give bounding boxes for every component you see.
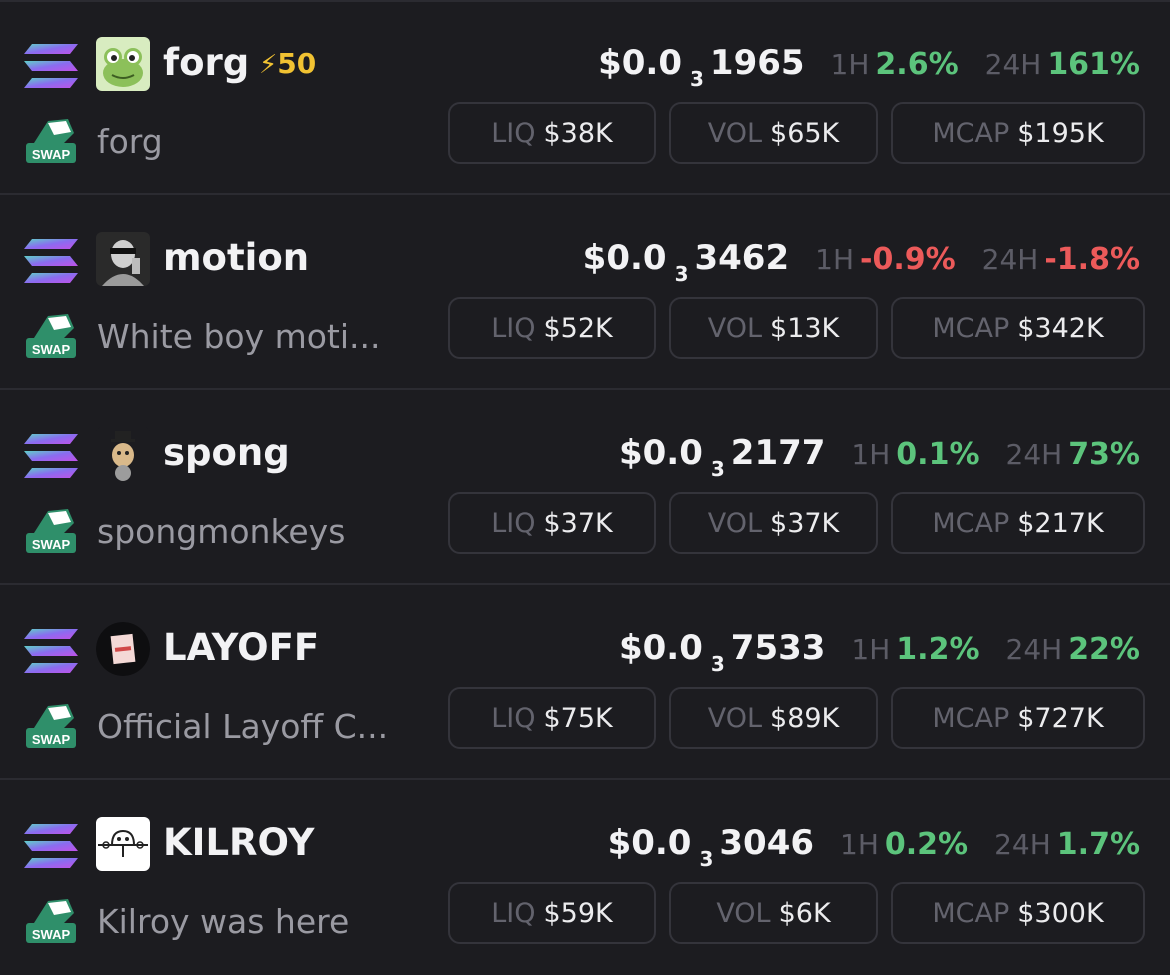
token-row[interactable]: motion $0.0 3 3462 1H -0.9% 24H -1.8% SWAP… [0, 195, 1170, 390]
svg-text:SWAP: SWAP [32, 537, 71, 552]
price-stats: $0.0 3 3462 1H -0.9% 24H -1.8% [583, 233, 1140, 287]
price-stats: $0.0 3 7533 1H 1.2% 24H 22% [619, 623, 1140, 677]
volume-pill: VOL $89K [669, 687, 878, 749]
price-stats: $0.0 3 1965 1H 2.6% 24H 161% [598, 38, 1140, 92]
token-ticker: KILROY [163, 821, 315, 864]
token-ticker: LAYOFF [163, 626, 320, 669]
token-price: $0.0 3 3462 [582, 238, 790, 286]
market-cap-pill: MCAP $727K [891, 687, 1145, 749]
volume-pill: VOL $37K [669, 492, 878, 554]
swap-icon[interactable]: SWAP [24, 700, 78, 750]
solana-icon [24, 239, 78, 283]
change-1h-label: 1H [851, 438, 891, 471]
token-row[interactable]: KILROY $0.0 3 3046 1H 0.2% 24H 1.7% SWAP K… [0, 780, 1170, 975]
change-24h-label: 24H [994, 828, 1051, 861]
token-price: $0.0 3 1965 [598, 43, 805, 91]
change-1h-value: 1.2% [896, 632, 980, 667]
solana-icon [24, 824, 78, 868]
swap-icon[interactable]: SWAP [24, 895, 78, 945]
token-name: forg [97, 122, 163, 161]
change-1h-label: 1H [851, 633, 891, 666]
solana-icon [24, 629, 78, 673]
token-name: White boy moti... [97, 317, 381, 356]
token-name: Official Layoff C... [97, 707, 389, 746]
token-price: $0.0 3 3046 [607, 823, 815, 871]
change-24h-value: 73% [1068, 437, 1140, 472]
change-24h-value: 22% [1068, 632, 1140, 667]
token-row[interactable]: spong $0.0 3 2177 1H 0.1% 24H 73% SWAP spo… [0, 390, 1170, 585]
change-24h-value: 1.7% [1056, 827, 1140, 862]
svg-text:SWAP: SWAP [32, 342, 71, 357]
liquidity-pill: LIQ $38K [448, 102, 656, 164]
swap-icon[interactable]: SWAP [24, 505, 78, 555]
token-row[interactable]: forg ⚡50 $0.0 3 1965 1H 2.6% 24H 161% SWAP… [0, 0, 1170, 195]
token-name: Kilroy was here [97, 902, 350, 941]
market-cap-pill: MCAP $195K [891, 102, 1145, 164]
change-24h-label: 24H [1005, 438, 1063, 471]
token-name: spongmonkeys [97, 512, 346, 551]
svg-text:SWAP: SWAP [32, 732, 71, 747]
liquidity-pill: LIQ $75K [448, 687, 656, 749]
token-row[interactable]: LAYOFF $0.0 3 7533 1H 1.2% 24H 22% SWAP Of… [0, 585, 1170, 780]
token-price: $0.0 3 2177 [618, 433, 826, 481]
solana-icon [24, 434, 78, 478]
price-stats: $0.0 3 2177 1H 0.1% 24H 73% [619, 428, 1140, 482]
market-cap-pill: MCAP $300K [891, 882, 1145, 944]
svg-text:SWAP: SWAP [32, 927, 71, 942]
change-24h-label: 24H [984, 48, 1042, 81]
liquidity-pill: LIQ $59K [448, 882, 656, 944]
svg-text:SWAP: SWAP [32, 147, 71, 162]
token-list: forg ⚡50 $0.0 3 1965 1H 2.6% 24H 161% SWAP… [0, 0, 1170, 967]
volume-pill: VOL $6K [669, 882, 878, 944]
change-1h-value: 0.1% [896, 437, 980, 472]
token-ticker: spong [163, 431, 290, 474]
change-1h-value: 0.2% [884, 827, 969, 862]
token-price: $0.0 3 7533 [618, 628, 826, 676]
market-cap-pill: MCAP $217K [891, 492, 1145, 554]
solana-icon [24, 44, 78, 88]
change-1h-label: 1H [840, 828, 879, 861]
kilroy-avatar-icon [96, 817, 150, 871]
change-24h-label: 24H [1005, 633, 1063, 666]
liquidity-pill: LIQ $37K [448, 492, 656, 554]
change-1h-label: 1H [815, 243, 854, 276]
volume-pill: VOL $65K [669, 102, 878, 164]
swap-icon[interactable]: SWAP [24, 310, 78, 360]
frog-avatar-icon [96, 37, 150, 91]
market-cap-pill: MCAP $342K [891, 297, 1145, 359]
swap-icon[interactable]: SWAP [24, 115, 78, 165]
volume-pill: VOL $13K [669, 297, 878, 359]
liquidity-pill: LIQ $52K [448, 297, 656, 359]
change-1h-label: 1H [830, 48, 870, 81]
change-24h-label: 24H [981, 243, 1039, 276]
change-24h-value: 161% [1047, 47, 1140, 82]
lightning-icon: ⚡ [259, 50, 278, 80]
token-ticker: motion [163, 236, 310, 279]
paper-avatar-icon [96, 622, 150, 676]
boost-badge: ⚡50 [259, 47, 317, 80]
person-avatar-icon [96, 232, 150, 286]
monkey-avatar-icon [96, 427, 150, 481]
change-24h-value: -1.8% [1044, 242, 1140, 277]
change-1h-value: -0.9% [860, 242, 956, 277]
token-ticker: forg [163, 41, 250, 84]
price-stats: $0.0 3 3046 1H 0.2% 24H 1.7% [608, 818, 1140, 872]
change-1h-value: 2.6% [875, 47, 959, 82]
